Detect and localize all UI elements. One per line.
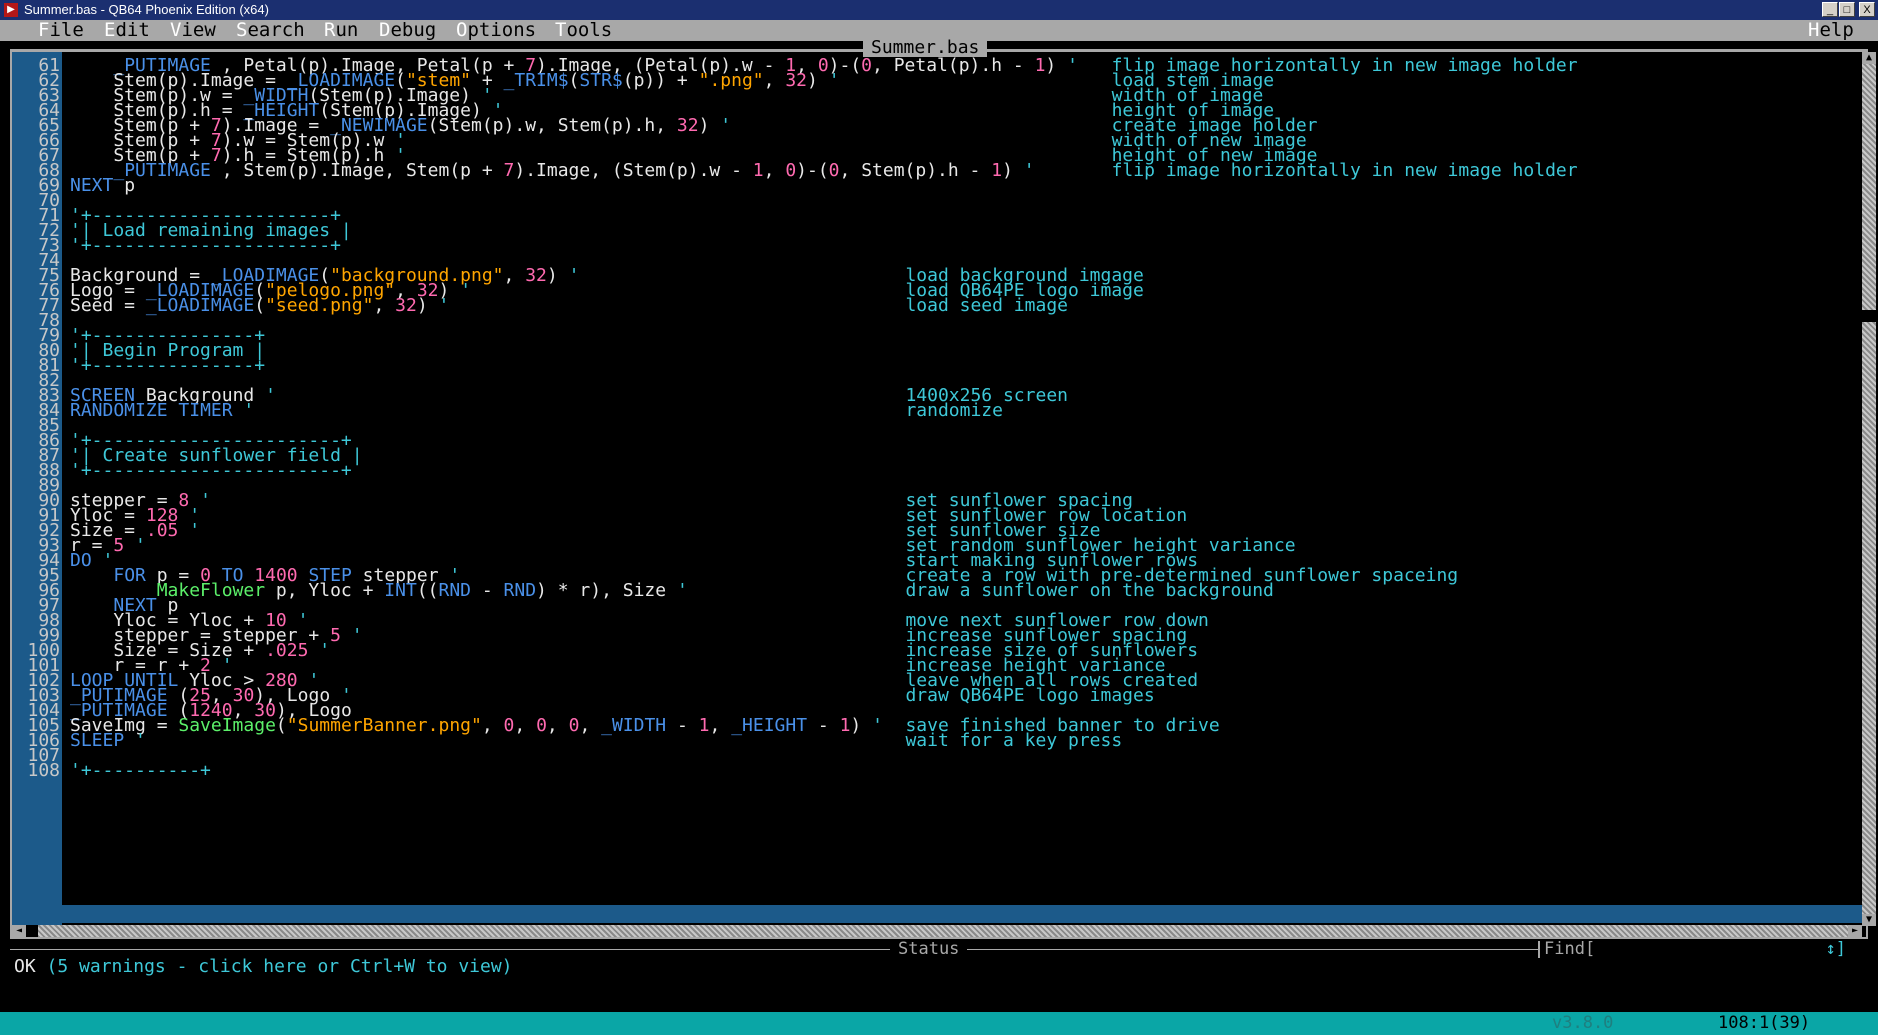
menu-edit[interactable]: Edit — [104, 20, 150, 41]
find-updown-icon[interactable]: ↕] — [1826, 941, 1846, 958]
code-comment: draw a sunflower on the background — [905, 580, 1274, 601]
scroll-down-arrow-icon[interactable]: ▼ — [1862, 914, 1876, 926]
scroll-up-arrow-icon[interactable]: ▲ — [1862, 52, 1876, 64]
code-line[interactable]: '+---------------+ — [70, 357, 265, 375]
find-field[interactable]: Find[ ↕] — [1538, 941, 1852, 958]
code-comment: randomize — [905, 400, 1003, 421]
window-title: Summer.bas - QB64 Phoenix Edition (x64) — [24, 2, 269, 17]
code-line[interactable]: '+----------+ — [70, 762, 211, 780]
version-label: v3.8.0 — [1552, 1013, 1614, 1033]
minimize-button[interactable]: _ — [1822, 2, 1838, 17]
menu-tools[interactable]: Tools — [555, 20, 612, 41]
status-label: Status — [890, 941, 968, 958]
code-line[interactable]: '+----------------------+ — [70, 237, 341, 255]
warnings-link[interactable]: (5 warnings - click here or Ctrl+W to vi… — [47, 956, 513, 977]
cursor-position: 108:1(39) — [1718, 1013, 1811, 1033]
code-comment: flip image horizontally in new image hol… — [1111, 160, 1578, 181]
menu-options[interactable]: Options — [456, 20, 536, 41]
menu-debug[interactable]: Debug — [379, 20, 436, 41]
code-line[interactable]: NEXT p — [70, 177, 135, 195]
status-ok: OK — [14, 956, 36, 977]
code-comment: wait for a key press — [905, 730, 1123, 751]
code-line[interactable]: _PUTIMAGE , Stem(p).Image, Stem(p + 7).I… — [70, 162, 1034, 180]
code-line[interactable]: SaveImg = SaveImage("SummerBanner.png", … — [70, 717, 883, 735]
scroll-left-arrow-icon[interactable]: ◄ — [12, 925, 26, 937]
horizontal-scrollbar[interactable] — [12, 925, 1862, 937]
close-button[interactable]: X — [1859, 2, 1875, 17]
code-line[interactable]: RANDOMIZE TIMER ' — [70, 402, 254, 420]
menu-run[interactable]: Run — [324, 20, 358, 41]
menu-view[interactable]: View — [170, 20, 216, 41]
vertical-scrollbar[interactable] — [1862, 52, 1876, 926]
app-icon: ▶ — [4, 3, 18, 17]
code-line[interactable]: Seed = _LOADIMAGE("seed.png", 32) ' — [70, 297, 449, 315]
find-label: Find[ — [1544, 939, 1596, 959]
maximize-button[interactable]: □ — [1839, 2, 1855, 17]
status-divider — [10, 949, 1540, 950]
menu-help[interactable]: Help — [1808, 20, 1854, 41]
code-line[interactable]: '+-----------------------+ — [70, 462, 352, 480]
line-number: 108 — [27, 760, 60, 781]
menu-file[interactable]: File — [38, 20, 84, 41]
scroll-right-arrow-icon[interactable]: ► — [1848, 925, 1862, 937]
code-comment: load seed image — [905, 295, 1068, 316]
horizontal-scroll-thumb[interactable] — [26, 925, 38, 937]
code-line[interactable]: SLEEP ' — [70, 732, 146, 750]
code-comment: draw QB64PE logo images — [905, 685, 1155, 706]
status-message[interactable]: OK (5 warnings - click here or Ctrl+W to… — [14, 958, 513, 976]
vertical-scroll-thumb[interactable] — [1862, 310, 1876, 322]
menu-search[interactable]: Search — [236, 20, 305, 41]
title-bar: ▶ Summer.bas - QB64 Phoenix Edition (x64… — [0, 0, 1878, 20]
current-line-highlight — [62, 905, 1862, 923]
